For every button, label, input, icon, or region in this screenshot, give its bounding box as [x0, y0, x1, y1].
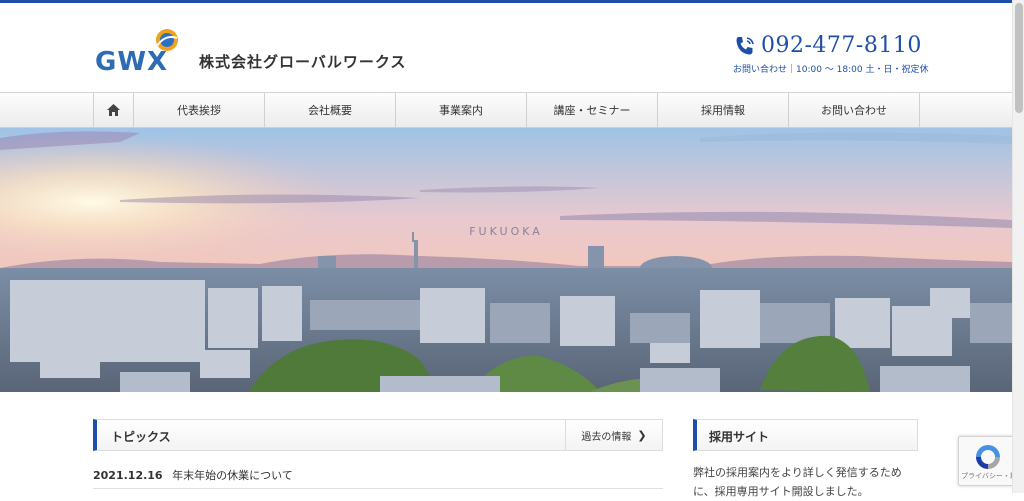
recruit-description: 弊社の採用案内をより詳しく発信するために、採用専用サイト開設しました。 [693, 466, 902, 498]
chevron-right-icon: ❯ [637, 428, 647, 442]
business-hours: お問い合わせ｜10:00 ～ 18:00 土・日・祝定休 [733, 65, 929, 75]
recaptcha-badge[interactable]: プライバシー・利用規約 [958, 436, 1024, 486]
recaptcha-icon [976, 445, 1000, 469]
scrollbar-thumb[interactable] [1015, 3, 1023, 113]
recruit-header: 採用サイト [693, 419, 918, 451]
home-icon [107, 104, 120, 116]
news-date: 2021.12.16 [93, 469, 163, 482]
news-divider [93, 488, 663, 489]
topics-header: トピックス 過去の情報 ❯ [93, 419, 663, 451]
nav-home[interactable] [94, 93, 134, 127]
phone-icon [736, 36, 754, 54]
news-title[interactable]: 年末年始の休業について [172, 469, 293, 482]
logo-text: GWX [95, 47, 168, 74]
hero-image: FUKUOKA [0, 128, 1012, 392]
nav-company-profile[interactable]: 会社概要 [265, 93, 396, 127]
nav-seminars[interactable]: 講座・セミナー [527, 93, 658, 127]
top-accent-bar [0, 0, 1024, 3]
nav-greeting[interactable]: 代表挨拶 [134, 93, 265, 127]
company-name: 株式会社グローバルワークス [199, 53, 407, 71]
nav-recruitment[interactable]: 採用情報 [658, 93, 789, 127]
nav-contact[interactable]: お問い合わせ [789, 93, 920, 127]
past-info-label: 過去の情報 [581, 431, 632, 443]
hero-caption: FUKUOKA [469, 225, 543, 238]
main-navigation: 代表挨拶 会社概要 事業案内 講座・セミナー 採用情報 お問い合わせ [0, 92, 1012, 128]
topics-title: トピックス [111, 430, 171, 444]
page-scrollbar[interactable] [1012, 0, 1024, 493]
news-item[interactable]: 2021.12.16 年末年始の休業について [93, 467, 293, 483]
recruit-title: 採用サイト [709, 430, 770, 444]
phone-number[interactable]: 092-477-8110 [761, 33, 922, 58]
company-logo[interactable]: GWX [95, 26, 187, 77]
phone-contact[interactable]: 092-477-8110 [733, 33, 922, 58]
past-info-button[interactable]: 過去の情報 ❯ [565, 420, 662, 450]
nav-business[interactable]: 事業案内 [396, 93, 527, 127]
